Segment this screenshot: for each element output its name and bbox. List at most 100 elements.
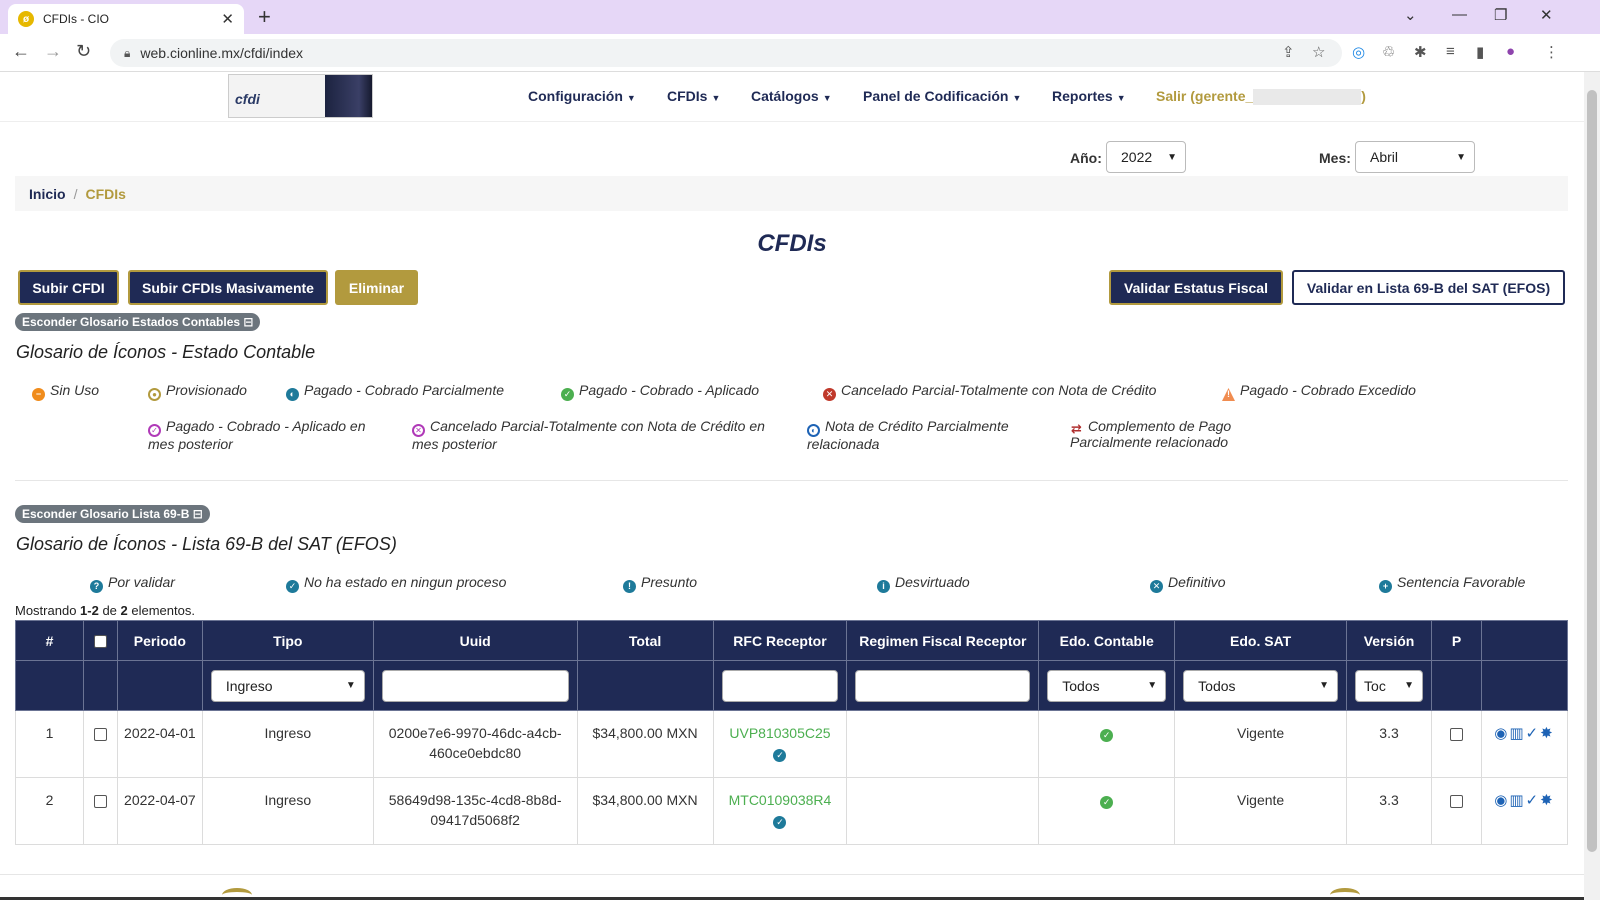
col-version[interactable]: Versión [1346, 620, 1433, 661]
browser-tab-bar: ø CFDIs - CIO ✕ + ⌄ — ❐ ✕ [0, 0, 1600, 34]
view-eye-icon[interactable]: ◉ [1494, 792, 1509, 809]
url-text: web.cionline.mx/cfdi/index [140, 45, 304, 61]
row-total: $34,800.00 MXN [576, 710, 714, 778]
extensions-puzzle-icon[interactable]: ✱ [1414, 43, 1427, 61]
row-number: 2 [15, 777, 84, 845]
col-uuid[interactable]: Uuid [372, 620, 578, 661]
eye-icon: ● [148, 388, 161, 401]
subir-cfdi-button[interactable]: Subir CFDI [18, 270, 119, 305]
row-rfc-link[interactable]: UVP810305C25 [729, 725, 830, 741]
scrollbar-thumb[interactable] [1587, 90, 1597, 852]
validar-lista-button[interactable]: Validar en Lista 69-B del SAT (EFOS) [1292, 270, 1565, 305]
col-select-all[interactable] [82, 620, 118, 661]
mes-select[interactable]: Abril ▼ [1355, 141, 1475, 173]
media-queue-icon[interactable]: ≡ [1446, 43, 1455, 60]
tipo-filter-select[interactable]: Ingreso ▼ [210, 669, 365, 702]
row-regimen [846, 710, 1040, 778]
col-num[interactable]: # [15, 620, 84, 661]
exclamation-circle-icon: ! [623, 580, 636, 593]
col-edo-contable[interactable]: Edo. Contable [1038, 620, 1176, 661]
page-scrollbar[interactable] [1584, 72, 1600, 900]
validate-check-icon[interactable]: ✓ [1526, 792, 1541, 809]
row-p-checkbox[interactable] [1449, 794, 1463, 808]
glosario-item-sin-uso: − Sin Uso [32, 383, 99, 401]
regimen-filter-input[interactable] [855, 669, 1031, 702]
reload-icon[interactable]: ↻ [76, 41, 91, 62]
col-total[interactable]: Total [576, 620, 714, 661]
menu-cfdis[interactable]: CFDIs ▼ [667, 88, 720, 104]
new-tab-icon[interactable]: + [258, 4, 271, 30]
chevron-down-icon: ▼ [345, 680, 356, 691]
chevron-down-icon: ▼ [1147, 680, 1158, 691]
browser-tab[interactable]: ø CFDIs - CIO ✕ [8, 4, 244, 34]
breadcrumb-inicio[interactable]: Inicio [29, 186, 66, 202]
menu-configuracion[interactable]: Configuración ▼ [528, 88, 636, 104]
uuid-filter-input[interactable] [381, 669, 569, 702]
side-panel-icon[interactable]: ▮ [1476, 43, 1484, 61]
half-paid-icon: ◐ [286, 388, 299, 401]
validar-estatus-button[interactable]: Validar Estatus Fiscal [1109, 270, 1283, 305]
bookmark-star-icon[interactable]: ☆ [1312, 43, 1325, 61]
address-bar-row: ← → ↻ 🔒︎ web.cionline.mx/cfdi/index ⇪ ☆ … [0, 34, 1600, 72]
results-summary: Mostrando 1-2 de 2 elementos. [15, 603, 195, 618]
profile-avatar-icon[interactable]: ● [1506, 43, 1515, 60]
menu-reportes[interactable]: Reportes ▼ [1052, 88, 1126, 104]
col-edo-sat[interactable]: Edo. SAT [1174, 620, 1348, 661]
minimize-icon[interactable]: — [1452, 6, 1467, 23]
minus-circle-icon: − [32, 388, 45, 401]
validate-check-icon[interactable]: ✓ [1526, 725, 1541, 742]
rfc-filter-input[interactable] [721, 669, 839, 702]
anio-select[interactable]: 2022 ▼ [1106, 141, 1186, 173]
filter-cell-empty [82, 660, 118, 711]
restore-icon[interactable]: ❐ [1494, 6, 1507, 24]
close-tab-icon[interactable]: ✕ [221, 10, 234, 28]
edo-sat-filter-select[interactable]: Todos ▼ [1183, 669, 1339, 702]
lista-item-por-validar: ? Por validar [90, 575, 175, 593]
browser-menu-icon[interactable]: ⋮ [1544, 43, 1559, 61]
view-eye-icon[interactable]: ◉ [1494, 725, 1509, 742]
glosario-lista-title: Glosario de Íconos - Lista 69-B del SAT … [16, 534, 397, 554]
col-periodo[interactable]: Periodo [116, 620, 203, 661]
menu-catalogos[interactable]: Catálogos ▼ [751, 88, 832, 104]
row-select-checkbox[interactable] [93, 727, 107, 741]
row-rfc-cell: MTC0109038R4 ✓ [712, 777, 848, 845]
site-favicon-icon: ø [18, 11, 34, 27]
row-edo-contable: ✓ [1038, 777, 1176, 845]
back-icon[interactable]: ← [12, 41, 30, 62]
badge-icon[interactable]: ✸ [1540, 792, 1555, 809]
version-filter-select[interactable]: Toc ▼ [1355, 669, 1424, 702]
badge-icon[interactable]: ✸ [1540, 725, 1555, 742]
collapse-icon: ⊟ [192, 507, 203, 521]
x-circle-icon: ✕ [1150, 580, 1163, 593]
toggle-glosario-lista[interactable]: Esconder Glosario Lista 69-B ⊟ [15, 505, 210, 523]
company-logo[interactable]: cfdi [228, 74, 373, 118]
eliminar-button[interactable]: Eliminar [335, 270, 418, 305]
row-rfc-link[interactable]: MTC0109038R4 [729, 792, 832, 808]
delete-trash-icon[interactable]: ▥ [1509, 725, 1525, 742]
toggle-glosario-contable[interactable]: Esconder Glosario Estados Contables ⊟ [15, 313, 261, 331]
glosario-item-excedido: ! Pagado - Cobrado Excedido [1222, 383, 1416, 401]
check-circle-icon: ✓ [1100, 729, 1114, 742]
extension-grammar-icon[interactable]: ◎ [1352, 43, 1365, 61]
tab-search-chevron-icon[interactable]: ⌄ [1404, 6, 1417, 24]
col-tipo[interactable]: Tipo [201, 620, 374, 661]
col-p[interactable]: P [1431, 620, 1482, 661]
lista-status-check-icon: ✓ [773, 816, 787, 829]
subir-masivo-button[interactable]: Subir CFDIs Masivamente [128, 270, 328, 305]
delete-trash-icon[interactable]: ▥ [1509, 792, 1525, 809]
chevron-down-icon: ▼ [1404, 680, 1415, 691]
url-field[interactable]: 🔒︎ web.cionline.mx/cfdi/index [110, 39, 1342, 67]
row-p-checkbox[interactable] [1449, 727, 1463, 741]
close-window-icon[interactable]: ✕ [1540, 6, 1553, 24]
col-regimen-fiscal[interactable]: Regimen Fiscal Receptor [846, 620, 1040, 661]
select-all-checkbox[interactable] [93, 635, 107, 649]
extension-recycle-icon[interactable]: ♲ [1382, 43, 1395, 61]
share-icon[interactable]: ⇪ [1282, 43, 1295, 61]
forward-icon[interactable]: → [44, 41, 62, 62]
col-rfc-receptor[interactable]: RFC Receptor [712, 620, 848, 661]
row-select-checkbox[interactable] [93, 794, 107, 808]
glosario-item-aplicado: ✓ Pagado - Cobrado - Aplicado [561, 383, 759, 401]
menu-salir[interactable]: Salir (gerente_) [1156, 88, 1366, 106]
menu-panel-codificacion[interactable]: Panel de Codificación ▼ [863, 88, 1021, 104]
edo-contable-filter-select[interactable]: Todos ▼ [1047, 669, 1167, 702]
